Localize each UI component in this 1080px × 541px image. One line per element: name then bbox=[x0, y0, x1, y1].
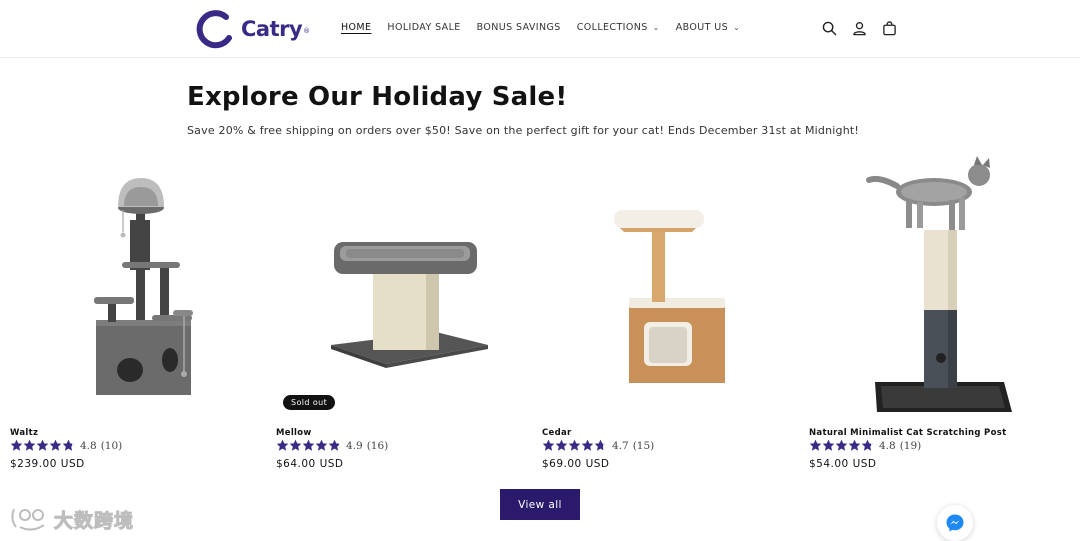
rating-value: 4.8 bbox=[879, 439, 896, 452]
sold-out-badge: Sold out bbox=[283, 395, 336, 410]
product-card-mellow[interactable]: Sold out Mellow 4.9 (16) $64.00 USD bbox=[276, 150, 531, 475]
product-rating: 4.8 (19) bbox=[809, 439, 921, 452]
messenger-chat-button[interactable] bbox=[937, 505, 973, 541]
star-icon bbox=[302, 439, 315, 451]
product-name[interactable]: Natural Minimalist Cat Scratching Post bbox=[809, 428, 1006, 438]
rating-stars bbox=[10, 439, 75, 452]
product-card-waltz[interactable]: Waltz 4.8 (10) $239.00 USD bbox=[10, 150, 265, 475]
review-count: (10) bbox=[100, 439, 123, 452]
star-icon bbox=[594, 439, 607, 451]
rating-stars bbox=[276, 439, 341, 452]
account-icon[interactable] bbox=[850, 19, 868, 37]
nav-collections-label: COLLECTIONS bbox=[576, 22, 648, 33]
watermark-text: 大数跨境 bbox=[53, 509, 135, 532]
product-image-scratching-post[interactable] bbox=[809, 150, 1064, 420]
page-title: Explore Our Holiday Sale! bbox=[187, 82, 568, 112]
star-icon bbox=[555, 439, 568, 451]
header-icons bbox=[820, 19, 898, 37]
catry-logo[interactable]: Catry ® bbox=[196, 8, 310, 50]
product-price: $64.00 USD bbox=[276, 458, 344, 470]
nav-about-us[interactable]: ABOUT US ⌄ bbox=[676, 22, 740, 33]
star-icon bbox=[276, 439, 289, 451]
logo-mark-icon bbox=[196, 10, 232, 49]
star-icon bbox=[36, 439, 49, 451]
cart-icon[interactable] bbox=[880, 19, 898, 37]
main-nav: HOME HOLIDAY SALE BONUS SAVINGS COLLECTI… bbox=[341, 22, 756, 33]
product-image-waltz[interactable] bbox=[10, 150, 265, 420]
review-count: (16) bbox=[366, 439, 389, 452]
star-icon bbox=[23, 439, 36, 451]
star-icon bbox=[848, 439, 861, 451]
rating-stars bbox=[809, 439, 874, 452]
view-all-button[interactable]: View all bbox=[500, 489, 580, 520]
chevron-down-icon: ⌄ bbox=[652, 23, 660, 32]
rating-value: 4.7 bbox=[612, 439, 629, 452]
product-name[interactable]: Mellow bbox=[276, 428, 312, 438]
nav-home[interactable]: HOME bbox=[341, 22, 371, 33]
nav-collections[interactable]: COLLECTIONS ⌄ bbox=[577, 22, 660, 33]
product-rating: 4.7 (15) bbox=[542, 439, 654, 452]
star-icon bbox=[328, 439, 341, 451]
nav-bonus-savings[interactable]: BONUS SAVINGS bbox=[477, 22, 561, 33]
nav-holiday-sale-label: HOLIDAY SALE bbox=[387, 22, 461, 33]
registered-mark: ® bbox=[303, 27, 311, 35]
rating-stars bbox=[542, 439, 607, 452]
star-icon bbox=[581, 439, 594, 451]
site-header: Catry ® HOME HOLIDAY SALE BONUS SAVINGS … bbox=[0, 0, 1080, 58]
product-image-mellow[interactable] bbox=[276, 150, 531, 420]
messenger-icon bbox=[946, 514, 964, 532]
logo-text: Catry bbox=[241, 17, 303, 41]
star-icon bbox=[835, 439, 848, 451]
star-icon bbox=[289, 439, 302, 451]
nav-holiday-sale[interactable]: HOLIDAY SALE bbox=[387, 22, 460, 33]
star-icon bbox=[315, 439, 328, 451]
product-price: $69.00 USD bbox=[542, 458, 610, 470]
star-icon bbox=[542, 439, 555, 451]
watermark: 大数跨境 bbox=[8, 505, 134, 533]
star-icon bbox=[809, 439, 822, 451]
product-rating: 4.9 (16) bbox=[276, 439, 388, 452]
product-price: $54.00 USD bbox=[809, 458, 877, 470]
nav-about-us-label: ABOUT US bbox=[675, 22, 729, 33]
product-name[interactable]: Cedar bbox=[542, 428, 572, 438]
star-icon bbox=[822, 439, 835, 451]
review-count: (19) bbox=[899, 439, 922, 452]
nav-bonus-savings-label: BONUS SAVINGS bbox=[476, 22, 561, 33]
review-count: (15) bbox=[632, 439, 655, 452]
nav-home-label: HOME bbox=[341, 22, 372, 33]
watermark-logo-icon bbox=[11, 508, 45, 531]
product-image-cedar[interactable] bbox=[542, 150, 797, 420]
star-icon bbox=[10, 439, 23, 451]
chevron-down-icon: ⌄ bbox=[733, 23, 741, 32]
star-icon bbox=[62, 439, 75, 451]
product-rating: 4.8 (10) bbox=[10, 439, 122, 452]
product-price: $239.00 USD bbox=[10, 458, 85, 470]
search-icon[interactable] bbox=[820, 19, 838, 37]
sale-description: Save 20% & free shipping on orders over … bbox=[187, 124, 860, 137]
product-name[interactable]: Waltz bbox=[10, 428, 38, 438]
rating-value: 4.8 bbox=[80, 439, 97, 452]
star-icon bbox=[861, 439, 874, 451]
star-icon bbox=[568, 439, 581, 451]
rating-value: 4.9 bbox=[346, 439, 363, 452]
product-card-scratching-post[interactable]: Natural Minimalist Cat Scratching Post 4… bbox=[809, 150, 1064, 475]
star-icon bbox=[49, 439, 62, 451]
product-card-cedar[interactable]: Cedar 4.7 (15) $69.00 USD bbox=[542, 150, 797, 475]
